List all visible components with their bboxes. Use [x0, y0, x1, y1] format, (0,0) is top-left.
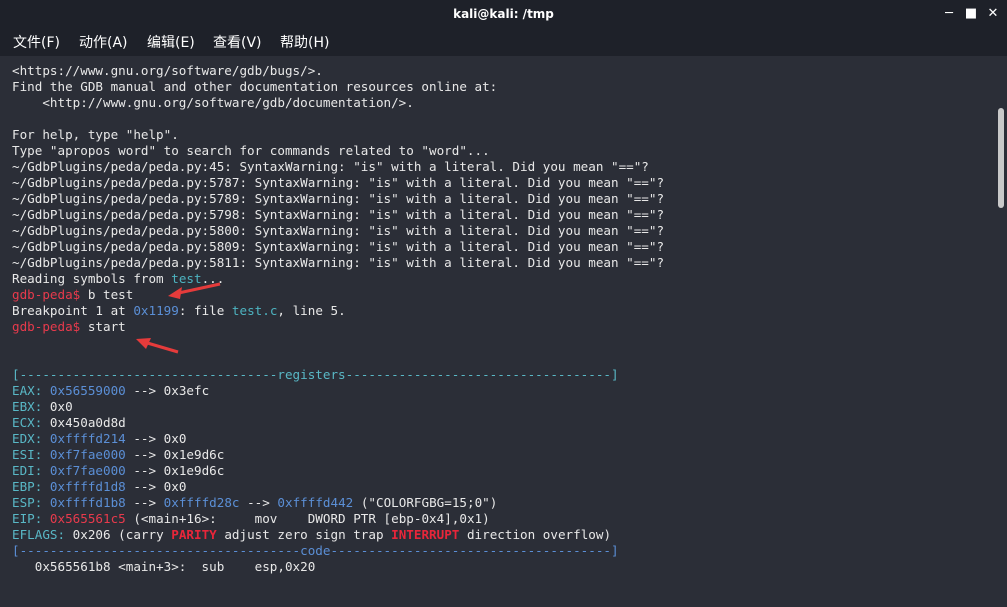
- menu-action[interactable]: 动作(A): [79, 32, 128, 52]
- deref-value: 0x3efc: [163, 383, 210, 398]
- register-value: 0x56559000: [49, 383, 126, 398]
- menu-view[interactable]: 查看(V): [213, 32, 262, 52]
- menu-file[interactable]: 文件(F): [13, 32, 60, 52]
- window-title: kali@kali: /tmp: [453, 7, 554, 21]
- terminal-line: <https://www.gnu.org/software/gdb/bugs/>…: [12, 63, 323, 78]
- code-banner: [-------------------------------------co…: [12, 543, 619, 558]
- register-label: EFLAGS:: [12, 527, 73, 542]
- annotation-arrow-icon: [168, 282, 221, 299]
- reading-prefix: Reading symbols from: [12, 271, 172, 286]
- close-icon[interactable]: ✕: [984, 5, 1002, 23]
- register-value: 0xffffd1b8: [49, 495, 126, 510]
- deref-arrow: -->: [125, 463, 164, 478]
- register-ebp: EBP: 0xffffd1d8 --> 0x0: [12, 479, 186, 495]
- register-value: 0x565561c5: [49, 511, 126, 526]
- register-label: EDX:: [12, 431, 50, 446]
- terminal-line: Find the GDB manual and other documentat…: [12, 79, 498, 94]
- code-line: 0x565561b8 <main+3>: sub esp,0x20: [12, 559, 316, 574]
- title-bar: kali@kali: /tmp ─ ■ ✕: [0, 0, 1007, 28]
- deref-arrow: -->: [125, 479, 164, 494]
- register-value: 0x450a0d8d: [49, 415, 126, 430]
- warning-line: ~/GdbPlugins/peda/peda.py:5789: SyntaxWa…: [12, 191, 665, 206]
- deref-arrow: -->: [125, 495, 164, 510]
- menu-help[interactable]: 帮助(H): [280, 32, 329, 52]
- register-esi: ESI: 0xf7fae000 --> 0x1e9d6c: [12, 447, 224, 463]
- deref-value: 0x0: [163, 431, 187, 446]
- gdb-prompt: gdb-peda$: [12, 287, 81, 302]
- register-label: EBP:: [12, 479, 50, 494]
- flag-set: PARITY: [171, 527, 217, 542]
- menu-bar: 文件(F) 动作(A) 编辑(E) 查看(V) 帮助(H): [0, 28, 1007, 54]
- bp-prefix: Breakpoint 1 at: [12, 303, 134, 318]
- register-value: 0x206: [72, 527, 119, 542]
- register-label: EDI:: [12, 463, 50, 478]
- deref-string: ("COLORFGBG=15;0"): [353, 495, 498, 510]
- terminal-output[interactable]: <https://www.gnu.org/software/gdb/bugs/>…: [0, 56, 994, 607]
- register-edi: EDI: 0xf7fae000 --> 0x1e9d6c: [12, 463, 224, 479]
- warning-line: ~/GdbPlugins/peda/peda.py:5798: SyntaxWa…: [12, 207, 665, 222]
- flags-text: (carry: [118, 527, 172, 542]
- register-label: ECX:: [12, 415, 50, 430]
- register-value: 0x0: [49, 399, 73, 414]
- bp-suffix: , line 5.: [277, 303, 346, 318]
- warning-line: ~/GdbPlugins/peda/peda.py:45: SyntaxWarn…: [12, 159, 649, 174]
- registers-banner: [----------------------------------regis…: [12, 367, 619, 382]
- register-eax: EAX: 0x56559000 --> 0x3efc: [12, 383, 209, 399]
- scrollbar-thumb[interactable]: [998, 108, 1004, 208]
- instruction-text: (<main+16>: mov DWORD PTR [ebp-0x4],0x1): [125, 511, 490, 526]
- maximize-icon[interactable]: ■: [962, 5, 980, 23]
- scrollbar-track[interactable]: [994, 56, 1007, 607]
- command-line-2: gdb-peda$ start: [12, 319, 126, 335]
- command-text: start: [80, 319, 126, 334]
- register-value: 0xf7fae000: [49, 447, 126, 462]
- deref-value: 0x1e9d6c: [163, 447, 225, 462]
- breakpoint-line: Breakpoint 1 at 0x1199: file test.c, lin…: [12, 303, 346, 319]
- deref-value: 0x1e9d6c: [163, 463, 225, 478]
- register-value: 0xffffd1d8: [49, 479, 126, 494]
- deref-arrow: -->: [125, 447, 164, 462]
- register-edx: EDX: 0xffffd214 --> 0x0: [12, 431, 186, 447]
- minimize-icon[interactable]: ─: [940, 5, 958, 23]
- gdb-prompt: gdb-peda$: [12, 319, 81, 334]
- terminal-line: Type "apropos word" to search for comman…: [12, 143, 490, 158]
- deref-arrow: -->: [125, 383, 164, 398]
- warning-line: ~/GdbPlugins/peda/peda.py:5809: SyntaxWa…: [12, 239, 665, 254]
- register-value: 0xf7fae000: [49, 463, 126, 478]
- flag-set: INTERRUPT: [391, 527, 460, 542]
- flags-text: direction overflow): [459, 527, 612, 542]
- register-eip: EIP: 0x565561c5 (<main+16>: mov DWORD PT…: [12, 511, 490, 527]
- bp-mid: : file: [178, 303, 232, 318]
- register-label: EBX:: [12, 399, 50, 414]
- menu-edit[interactable]: 编辑(E): [147, 32, 195, 52]
- deref-value: 0x0: [163, 479, 187, 494]
- deref-value: 0xffffd442: [277, 495, 354, 510]
- register-esp: ESP: 0xffffd1b8 --> 0xffffd28c --> 0xfff…: [12, 495, 497, 511]
- register-label: EAX:: [12, 383, 50, 398]
- terminal-line: <http://www.gnu.org/software/gdb/documen…: [12, 95, 414, 110]
- deref-arrow: -->: [125, 431, 164, 446]
- warning-line: ~/GdbPlugins/peda/peda.py:5787: SyntaxWa…: [12, 175, 665, 190]
- register-eflags: EFLAGS: 0x206 (carry PARITY adjust zero …: [12, 527, 611, 543]
- register-value: 0xffffd214: [49, 431, 126, 446]
- bp-address: 0x1199: [133, 303, 179, 318]
- flags-text: adjust zero sign trap: [216, 527, 392, 542]
- register-label: ESI:: [12, 447, 50, 462]
- deref-arrow: -->: [239, 495, 278, 510]
- warning-line: ~/GdbPlugins/peda/peda.py:5800: SyntaxWa…: [12, 223, 665, 238]
- deref-value: 0xffffd28c: [163, 495, 240, 510]
- bp-file: test.c: [231, 303, 278, 318]
- command-text: b test: [80, 287, 134, 302]
- register-label: ESP:: [12, 495, 50, 510]
- annotation-arrow-icon: [136, 338, 179, 354]
- terminal-line: For help, type "help".: [12, 127, 179, 142]
- register-label: EIP:: [12, 511, 50, 526]
- warning-line: ~/GdbPlugins/peda/peda.py:5811: SyntaxWa…: [12, 255, 665, 270]
- command-line-1: gdb-peda$ b test: [12, 287, 133, 303]
- register-ecx: ECX: 0x450a0d8d: [12, 415, 126, 431]
- register-ebx: EBX: 0x0: [12, 399, 73, 415]
